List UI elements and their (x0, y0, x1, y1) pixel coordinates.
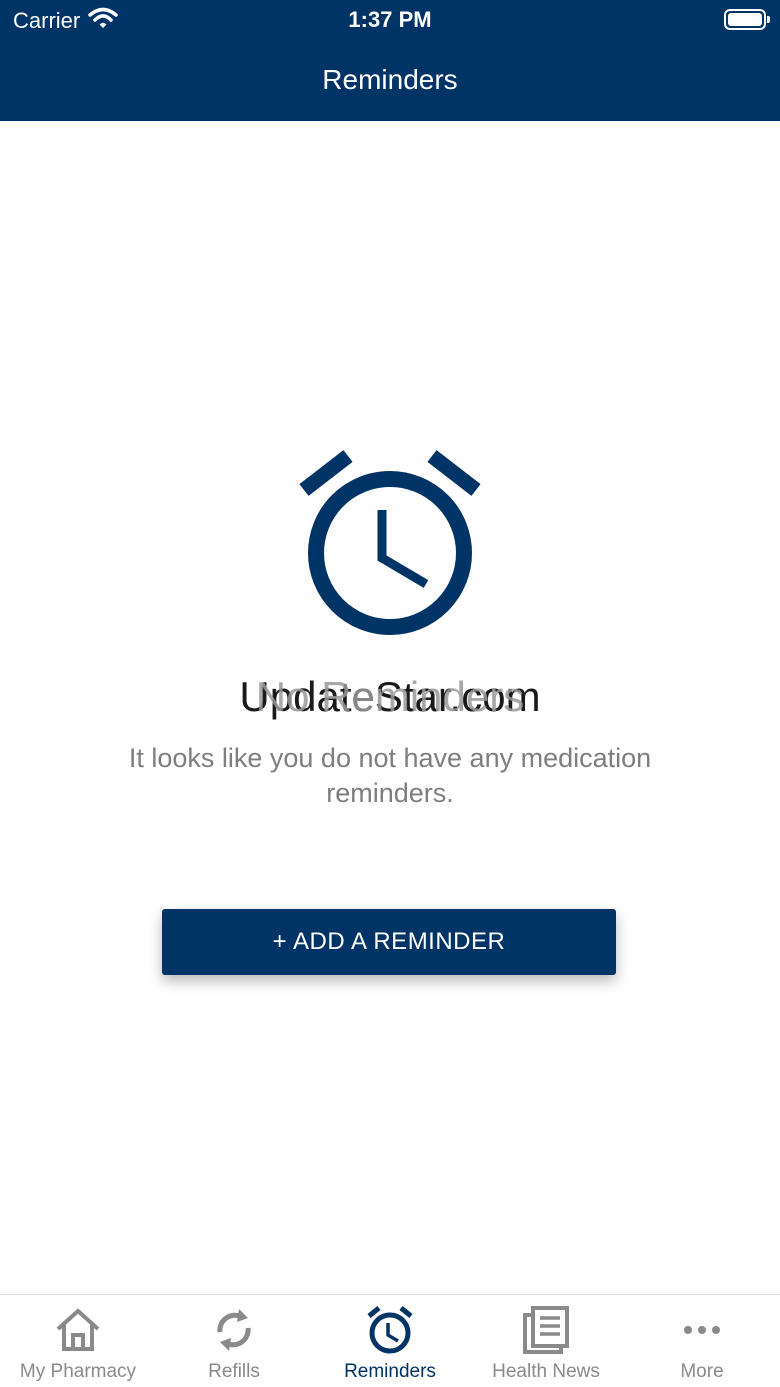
app-header: Carrier 1:37 PM Reminders (0, 0, 780, 121)
empty-state-message: It looks like you do not have any medica… (128, 743, 652, 808)
tab-more[interactable]: More (624, 1295, 780, 1387)
tab-label: More (680, 1361, 724, 1382)
tab-label: Reminders (344, 1361, 436, 1382)
more-dots-icon (677, 1305, 727, 1355)
tab-label: Health News (492, 1361, 600, 1382)
tab-refills[interactable]: Refills (156, 1295, 312, 1387)
tab-health-news[interactable]: Health News (468, 1295, 624, 1387)
add-reminder-button[interactable]: + ADD A REMINDER (162, 909, 616, 975)
tab-reminders[interactable]: Reminders (312, 1295, 468, 1387)
page-title: Reminders (322, 64, 458, 95)
tab-my-pharmacy[interactable]: My Pharmacy (0, 1295, 156, 1387)
empty-state-title: No Reminders (255, 673, 525, 720)
status-time: 1:37 PM (348, 7, 432, 32)
tab-bar: My Pharmacy Refills Reminders Health New… (0, 1294, 780, 1387)
home-icon (53, 1305, 103, 1355)
refresh-icon (209, 1305, 259, 1355)
tab-label: Refills (208, 1361, 260, 1382)
alarm-clock-icon (365, 1305, 415, 1355)
tab-label: My Pharmacy (19, 1361, 137, 1382)
newspaper-icon (521, 1305, 571, 1355)
battery-icon (724, 9, 770, 30)
alarm-clock-icon (298, 450, 482, 638)
